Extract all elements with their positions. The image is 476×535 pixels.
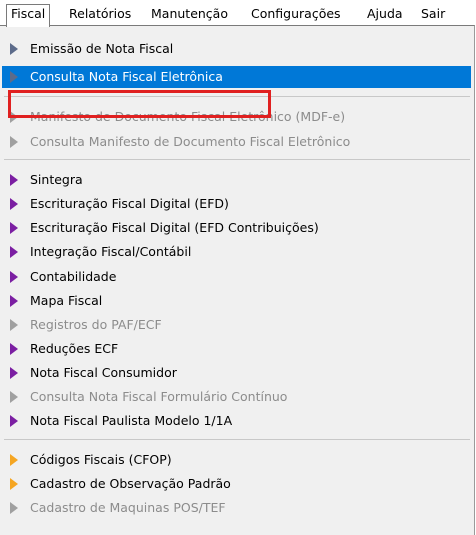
menu-bar: Fiscal Relatórios Manutenção Configuraçõ… (0, 0, 476, 27)
submenu-arrow-icon (10, 136, 18, 148)
menu-item-consulta-nota-fiscal-eletronica[interactable]: Consulta Nota Fiscal Eletrônica (2, 66, 471, 88)
menu-item-label: Cadastro de Maquinas POS/TEF (30, 500, 226, 515)
submenu-arrow-icon (10, 367, 18, 379)
menu-item-sintegra[interactable]: Sintegra (2, 169, 471, 191)
menu-configuracoes[interactable]: Configurações (246, 5, 346, 26)
submenu-arrow-icon (10, 111, 18, 123)
menu-item-reducoes-ecf[interactable]: Reduções ECF (2, 338, 471, 360)
menu-item-nota-fiscal-consumidor[interactable]: Nota Fiscal Consumidor (2, 362, 471, 384)
submenu-arrow-icon (10, 319, 18, 331)
menu-item-emissao-nota-fiscal[interactable]: Emissão de Nota Fiscal (2, 38, 471, 60)
menu-sair[interactable]: Sair (416, 5, 450, 26)
submenu-arrow-icon (10, 502, 18, 514)
menu-item-label: Consulta Nota Fiscal Eletrônica (30, 69, 223, 84)
menu-separator (4, 439, 470, 440)
menu-item-label: Registros do PAF/ECF (30, 317, 162, 332)
submenu-arrow-icon (10, 71, 18, 83)
menu-item-mapa-fiscal[interactable]: Mapa Fiscal (2, 290, 471, 312)
menu-item-codigos-fiscais-cfop[interactable]: Códigos Fiscais (CFOP) (2, 449, 471, 471)
menu-item-label: Sintegra (30, 172, 83, 187)
menu-item-label: Consulta Manifesto de Documento Fiscal E… (30, 134, 351, 149)
menu-item-contabilidade[interactable]: Contabilidade (2, 266, 471, 288)
menu-item-label: Nota Fiscal Paulista Modelo 1/1A (30, 413, 233, 428)
menu-item-label: Cadastro de Observação Padrão (30, 476, 231, 491)
menu-ajuda[interactable]: Ajuda (362, 5, 408, 26)
menu-item-label: Nota Fiscal Consumidor (30, 365, 177, 380)
fiscal-dropdown-menu: Emissão de Nota Fiscal Consulta Nota Fis… (0, 25, 475, 535)
menu-manutencao[interactable]: Manutenção (146, 5, 233, 26)
menu-item-label: Contabilidade (30, 269, 117, 284)
menu-item-registros-paf-ecf[interactable]: Registros do PAF/ECF (2, 314, 471, 336)
menu-separator (4, 96, 470, 97)
menu-item-label: Consulta Nota Fiscal Formulário Contínuo (30, 389, 288, 404)
menu-item-efd[interactable]: Escrituração Fiscal Digital (EFD) (2, 193, 471, 215)
menu-item-label: Códigos Fiscais (CFOP) (30, 452, 172, 467)
submenu-arrow-icon (10, 295, 18, 307)
submenu-arrow-icon (10, 415, 18, 427)
menu-item-label: Integração Fiscal/Contábil (30, 244, 192, 259)
menu-item-label: Reduções ECF (30, 341, 119, 356)
submenu-arrow-icon (10, 343, 18, 355)
submenu-arrow-icon (10, 198, 18, 210)
submenu-arrow-icon (10, 454, 18, 466)
menu-item-consulta-manifesto[interactable]: Consulta Manifesto de Documento Fiscal E… (2, 131, 471, 153)
submenu-arrow-icon (10, 43, 18, 55)
menu-item-label: Emissão de Nota Fiscal (30, 41, 174, 56)
submenu-arrow-icon (10, 271, 18, 283)
submenu-arrow-icon (10, 246, 18, 258)
submenu-arrow-icon (10, 391, 18, 403)
menu-fiscal[interactable]: Fiscal (6, 4, 51, 27)
menu-item-efd-contribuicoes[interactable]: Escrituração Fiscal Digital (EFD Contrib… (2, 217, 471, 239)
submenu-arrow-icon (10, 222, 18, 234)
menu-item-cadastro-observacao-padrao[interactable]: Cadastro de Observação Padrão (2, 473, 471, 495)
menu-item-integracao-fiscal-contabil[interactable]: Integração Fiscal/Contábil (2, 241, 471, 263)
menu-item-label: Mapa Fiscal (30, 293, 103, 308)
menu-item-consulta-formulario-continuo[interactable]: Consulta Nota Fiscal Formulário Contínuo (2, 386, 471, 408)
menu-item-manifesto-mdfe[interactable]: Manifesto de Documento Fiscal Eletrônico… (2, 106, 471, 128)
submenu-arrow-icon (10, 478, 18, 490)
menu-item-label: Escrituração Fiscal Digital (EFD) (30, 196, 229, 211)
menu-item-label: Escrituração Fiscal Digital (EFD Contrib… (30, 220, 319, 235)
menu-item-cadastro-maquinas-pos-tef[interactable]: Cadastro de Maquinas POS/TEF (2, 497, 471, 519)
submenu-arrow-icon (10, 174, 18, 186)
menu-separator (4, 159, 470, 160)
menu-relatorios[interactable]: Relatórios (64, 5, 136, 26)
menu-item-label: Manifesto de Documento Fiscal Eletrônico… (30, 109, 346, 124)
menu-item-nota-fiscal-paulista[interactable]: Nota Fiscal Paulista Modelo 1/1A (2, 410, 471, 432)
